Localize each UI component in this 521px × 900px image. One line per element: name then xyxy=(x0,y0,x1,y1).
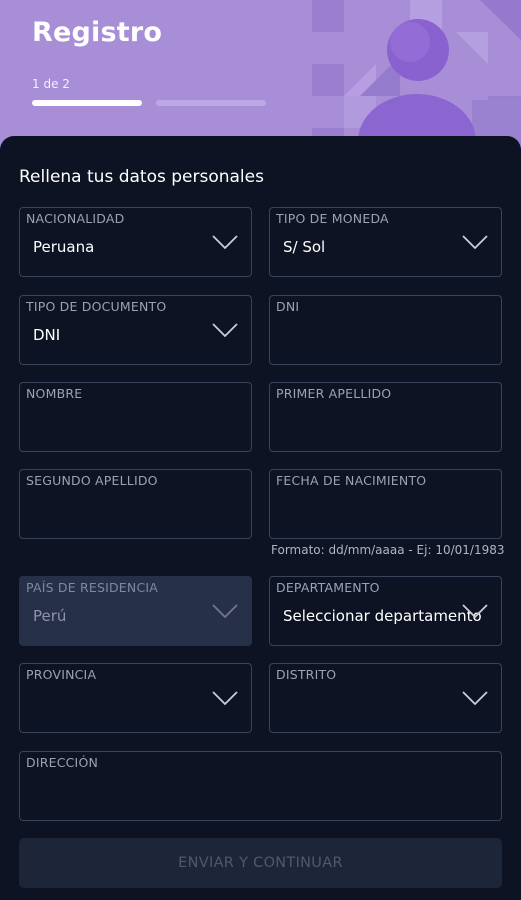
chevron-down-icon xyxy=(212,604,238,619)
progress-step-2 xyxy=(156,100,266,106)
nationality-label: NACIONALIDAD xyxy=(26,211,125,226)
province-select[interactable]: PROVINCIA xyxy=(19,663,252,733)
second-surname-input[interactable]: SEGUNDO APELLIDO xyxy=(19,469,252,539)
province-label: PROVINCIA xyxy=(26,667,97,682)
progress-step-1 xyxy=(32,100,142,106)
birth-date-label: FECHA DE NACIMIENTO xyxy=(276,473,427,488)
chevron-down-icon xyxy=(212,323,238,338)
district-select[interactable]: DISTRITO xyxy=(269,663,502,733)
first-surname-input[interactable]: PRIMER APELLIDO xyxy=(269,382,502,452)
first-surname-label: PRIMER APELLIDO xyxy=(276,386,392,401)
chevron-down-icon xyxy=(462,691,488,706)
nationality-value: Peruana xyxy=(33,238,95,256)
department-select[interactable]: DEPARTAMENTO Seleccionar departamento xyxy=(269,576,502,646)
currency-label: TIPO DE MONEDA xyxy=(276,211,389,226)
birth-date-hint: Formato: dd/mm/aaaa - Ej: 10/01/1983 xyxy=(271,543,505,557)
address-label: DIRECCIÓN xyxy=(26,755,99,770)
address-input[interactable]: DIRECCIÓN xyxy=(19,751,502,821)
form-subtitle: Rellena tus datos personales xyxy=(19,167,264,187)
department-label: DEPARTAMENTO xyxy=(276,580,380,595)
document-type-label: TIPO DE DOCUMENTO xyxy=(26,299,167,314)
dni-label: DNI xyxy=(276,299,300,314)
page-title: Registro xyxy=(32,17,163,48)
birth-date-input[interactable]: FECHA DE NACIMIENTO xyxy=(269,469,502,539)
document-type-select[interactable]: TIPO DE DOCUMENTO DNI xyxy=(19,295,252,365)
second-surname-label: SEGUNDO APELLIDO xyxy=(26,473,158,488)
currency-value: S/ Sol xyxy=(283,238,326,256)
step-indicator: 1 de 2 xyxy=(32,77,70,91)
currency-select[interactable]: TIPO DE MONEDA S/ Sol xyxy=(269,207,502,277)
submit-button[interactable]: ENVIAR Y CONTINUAR xyxy=(19,838,502,888)
residence-country-select[interactable]: PAÍS DE RESIDENCIA Perú xyxy=(19,576,252,646)
chevron-down-icon xyxy=(212,691,238,706)
residence-country-value: Perú xyxy=(33,607,67,625)
department-value: Seleccionar departamento xyxy=(283,607,482,625)
chevron-down-icon xyxy=(212,235,238,250)
chevron-down-icon xyxy=(462,235,488,250)
dni-input[interactable]: DNI xyxy=(269,295,502,365)
district-label: DISTRITO xyxy=(276,667,337,682)
document-type-value: DNI xyxy=(33,326,61,344)
nationality-select[interactable]: NACIONALIDAD Peruana xyxy=(19,207,252,277)
residence-country-label: PAÍS DE RESIDENCIA xyxy=(26,580,159,595)
first-name-label: NOMBRE xyxy=(26,386,83,401)
first-name-input[interactable]: NOMBRE xyxy=(19,382,252,452)
chevron-down-icon xyxy=(462,604,488,619)
